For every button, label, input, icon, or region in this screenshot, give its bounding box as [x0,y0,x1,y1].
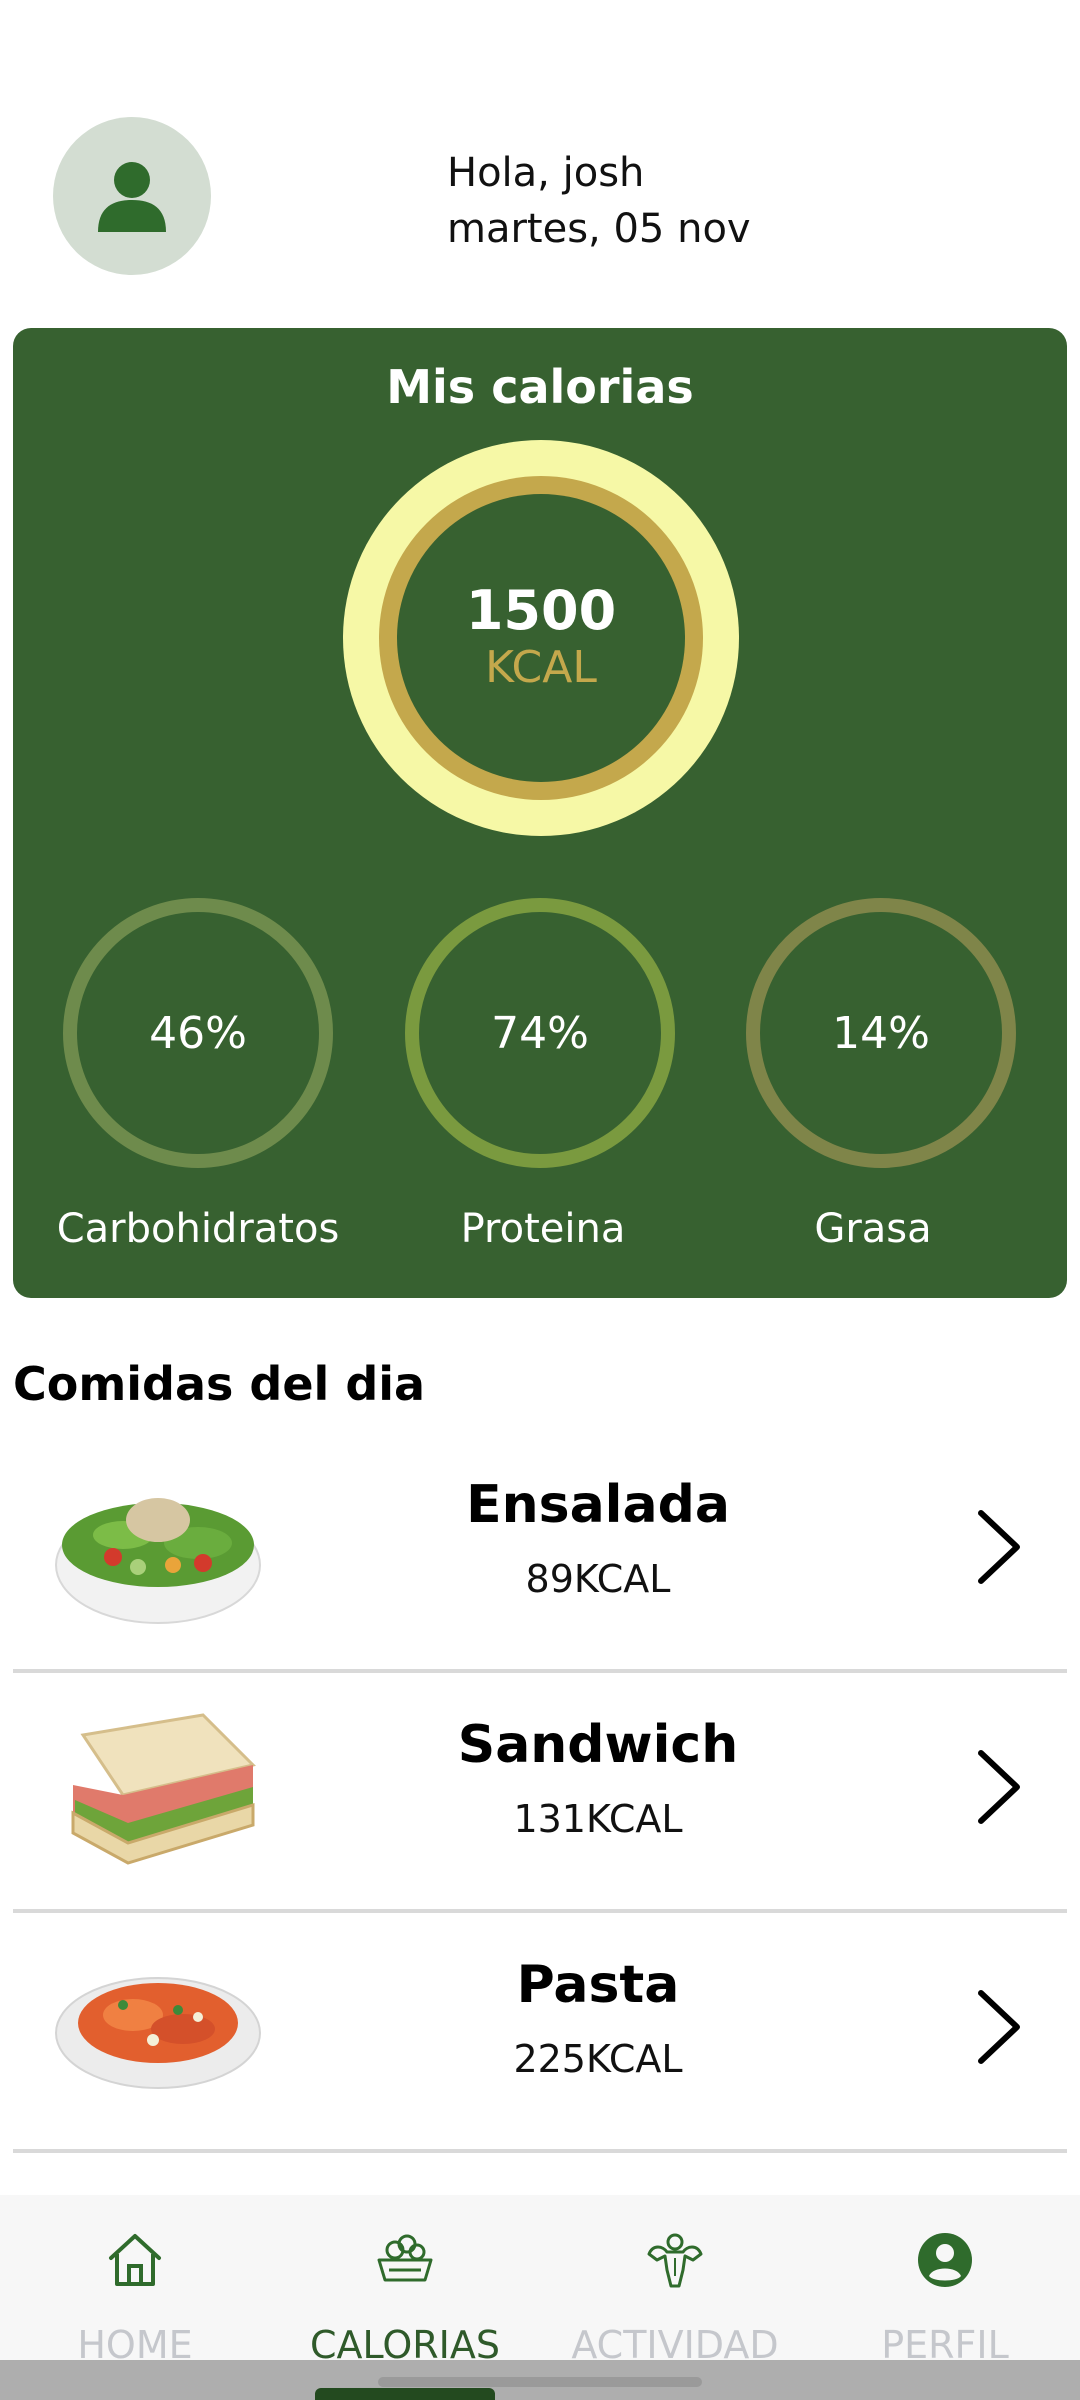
meal-item-sandwich[interactable]: Sandwich 131KCAL [13,1677,1067,1913]
date-text: martes, 05 nov [447,206,751,252]
muscle-icon [647,2233,703,2288]
meal-item-ensalada[interactable]: Ensalada 89KCAL [13,1437,1067,1673]
meal-kcal: 225KCAL [513,2037,683,2081]
chevron-right-icon[interactable] [973,1507,1023,1587]
account-circle-icon [918,2233,972,2287]
calories-value: 1500 [465,579,617,642]
meal-item-pasta[interactable]: Pasta 225KCAL [13,1917,1067,2153]
calories-card: Mis calorias 1500 KCAL 46% 74% 14% Carbo… [13,328,1067,1298]
carbs-label: Carbohidratos [56,1206,340,1252]
avatar[interactable] [53,117,211,275]
meal-name: Sandwich [457,1715,739,1775]
carbs-percent: 46% [149,1007,247,1059]
greeting-block: Hola, josh martes, 05 nov [447,145,751,257]
home-icon [109,2234,161,2286]
chevron-right-icon[interactable] [973,1747,1023,1827]
active-tab-indicator [315,2388,495,2400]
fat-label: Grasa [814,1206,932,1252]
carbs-ring: 46% [63,898,333,1168]
bowl-icon [377,2234,433,2282]
header: Hola, josh martes, 05 nov [0,0,1080,310]
chevron-right-icon[interactable] [973,1987,1023,2067]
pasta-image [55,1977,261,2089]
calories-title: Mis calorias [386,360,694,414]
fat-percent: 14% [832,1007,930,1059]
meal-name: Pasta [516,1955,680,2015]
meal-kcal: 131KCAL [513,1797,683,1841]
calories-ring: 1500 KCAL [343,440,739,836]
protein-label: Proteina [460,1206,626,1252]
meal-name: Ensalada [466,1475,730,1535]
salad-image [55,1498,261,1624]
sandwich-image [71,1713,256,1865]
fat-ring: 14% [746,898,1016,1168]
calories-unit: KCAL [485,642,597,693]
meals-section-title: Comidas del dia [13,1357,426,1411]
meal-kcal: 89KCAL [525,1557,671,1601]
home-indicator[interactable] [378,2377,702,2387]
protein-ring: 74% [405,898,675,1168]
protein-percent: 74% [491,1007,589,1059]
greeting-text: Hola, josh [447,150,645,196]
person-icon [98,162,166,232]
